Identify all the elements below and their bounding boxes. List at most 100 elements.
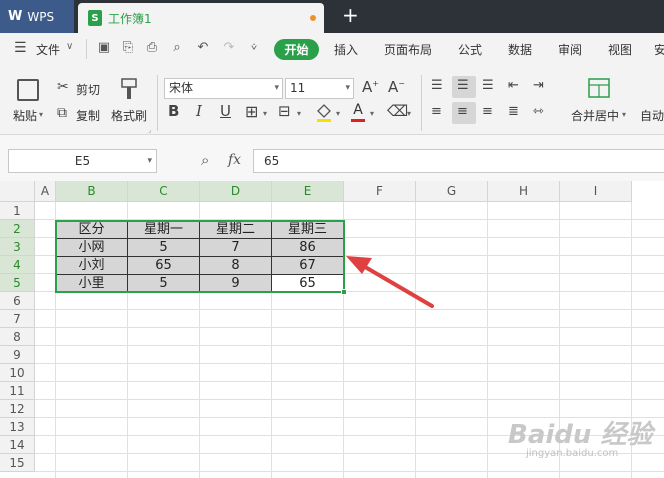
row-header-1[interactable]: 1 (0, 202, 35, 220)
chevron-down-icon[interactable]: ▾ (263, 109, 267, 118)
font-size-select[interactable]: 11 ▾ (285, 78, 354, 99)
column-header-i[interactable]: I (560, 181, 632, 202)
row-header-14[interactable]: 14 (0, 436, 35, 454)
fx-icon[interactable]: fx (228, 152, 241, 168)
column-header-c[interactable]: C (128, 181, 200, 202)
paste-icon[interactable] (17, 79, 39, 101)
column-header-h[interactable]: H (488, 181, 560, 202)
formula-value: 65 (264, 154, 280, 168)
row-header-11[interactable]: 11 (0, 382, 35, 400)
menu-security[interactable]: 安 (654, 41, 664, 58)
merge-center-button[interactable]: 合并居中 (571, 107, 619, 124)
export-icon[interactable]: ⎘ (121, 41, 135, 55)
align-left-icon[interactable]: ≡ (431, 105, 442, 118)
align-middle-icon[interactable]: ☰ (457, 79, 469, 92)
row-header-2[interactable]: 2 (0, 220, 35, 238)
row-header-13[interactable]: 13 (0, 418, 35, 436)
menu-page-layout[interactable]: 页面布局 (384, 41, 432, 58)
chevron-down-icon: ▾ (345, 83, 350, 93)
chevron-down-icon: ▾ (274, 83, 279, 93)
column-header-g[interactable]: G (416, 181, 488, 202)
eraser-icon[interactable]: ⌫ (387, 104, 408, 119)
select-all-corner[interactable] (0, 181, 35, 202)
chevron-down-icon: ▾ (147, 156, 152, 166)
chevron-down-icon[interactable]: ▾ (297, 109, 301, 118)
align-right-icon[interactable]: ≡ (482, 105, 493, 118)
cut-button[interactable]: 剪切 (76, 81, 100, 98)
print-preview-icon[interactable]: ⌕ (170, 41, 184, 55)
scissors-icon[interactable]: ✂ (57, 80, 69, 94)
justify-icon[interactable]: ≣ (508, 105, 519, 118)
format-painter-icon[interactable] (120, 78, 138, 100)
menu-review[interactable]: 审阅 (558, 41, 582, 58)
row-header-8[interactable]: 8 (0, 328, 35, 346)
row-header-3[interactable]: 3 (0, 238, 35, 256)
hamburger-menu-icon[interactable]: ☰ (14, 41, 27, 55)
formula-input[interactable]: 65 (253, 149, 664, 173)
distribute-icon[interactable]: ⇿ (533, 105, 544, 118)
spreadsheet-icon: S (88, 10, 102, 26)
row-header-9[interactable]: 9 (0, 346, 35, 364)
chevron-down-icon[interactable]: ▾ (370, 109, 374, 118)
copy-button[interactable]: 复制 (76, 107, 100, 124)
cell-style-icon[interactable]: ⊟ (278, 104, 291, 119)
italic-button[interactable]: I (196, 104, 202, 119)
font-name-select[interactable]: 宋体 ▾ (164, 78, 283, 99)
format-painter-button[interactable]: 格式刷 (111, 107, 147, 124)
chevron-down-icon[interactable]: ∨ (66, 41, 73, 52)
selection-border (55, 220, 345, 293)
wps-home-tab[interactable]: W WPS (0, 0, 74, 33)
underline-button[interactable]: U (220, 104, 231, 119)
menu-view[interactable]: 视图 (608, 41, 632, 58)
paste-button[interactable]: 粘贴 (13, 107, 37, 124)
redo-icon[interactable]: ↷ (222, 41, 236, 55)
row-header-7[interactable]: 7 (0, 310, 35, 328)
merge-center-icon[interactable] (588, 78, 610, 98)
row-header-5[interactable]: 5 (0, 274, 35, 292)
border-icon[interactable]: ⊞ (245, 104, 258, 120)
font-color-icon[interactable]: A (350, 103, 366, 123)
align-center-icon[interactable]: ≡ (457, 105, 468, 118)
new-tab-button[interactable]: + (342, 4, 359, 26)
align-bottom-icon[interactable]: ☰ (482, 79, 494, 92)
ribbon-toolbar (0, 65, 664, 135)
bold-button[interactable]: B (168, 104, 179, 119)
chevron-down-icon[interactable]: ▾ (622, 110, 626, 119)
auto-wrap-button[interactable]: 自动 (640, 107, 664, 124)
menu-start[interactable]: 开始 (274, 39, 319, 60)
menu-data[interactable]: 数据 (508, 41, 532, 58)
save-icon[interactable]: ▣ (97, 41, 111, 55)
column-header-f[interactable]: F (344, 181, 416, 202)
column-header-a[interactable]: A (35, 181, 56, 202)
menu-file[interactable]: 文件 (36, 41, 60, 58)
unsaved-dot-icon (310, 15, 316, 21)
undo-icon[interactable]: ↶ (196, 41, 210, 55)
zoom-search-icon[interactable]: ⌕ (201, 151, 209, 169)
name-box[interactable]: E5 ▾ (8, 149, 157, 173)
column-header-d[interactable]: D (200, 181, 272, 202)
align-top-icon[interactable]: ☰ (431, 79, 443, 92)
menu-insert[interactable]: 插入 (334, 41, 358, 58)
indent-decrease-icon[interactable]: ⇤ (508, 79, 519, 92)
customize-toolbar-icon[interactable]: ⩒ (247, 41, 261, 55)
paste-dropdown-icon[interactable]: ▾ (39, 110, 43, 119)
print-icon[interactable]: ⎙ (145, 41, 159, 55)
copy-icon[interactable]: ⧉ (57, 106, 67, 120)
row-header-15[interactable]: 15 (0, 454, 35, 472)
row-header-6[interactable]: 6 (0, 292, 35, 310)
menu-formula[interactable]: 公式 (458, 41, 482, 58)
annotation-arrow (346, 256, 434, 308)
row-header-4[interactable]: 4 (0, 256, 35, 274)
document-tab[interactable]: S 工作簿1 (78, 3, 324, 33)
column-header-e[interactable]: E (272, 181, 344, 202)
row-header-12[interactable]: 12 (0, 400, 35, 418)
clipboard-launcher-icon[interactable]: ⌟ (148, 126, 151, 134)
chevron-down-icon[interactable]: ▾ (336, 109, 340, 118)
column-header-b[interactable]: B (56, 181, 128, 202)
fill-color-icon[interactable] (315, 103, 333, 123)
decrease-font-icon[interactable]: A− (388, 80, 405, 95)
row-header-10[interactable]: 10 (0, 364, 35, 382)
indent-increase-icon[interactable]: ⇥ (533, 79, 544, 92)
increase-font-icon[interactable]: A+ (362, 80, 379, 95)
chevron-down-icon[interactable]: ▾ (407, 109, 411, 118)
